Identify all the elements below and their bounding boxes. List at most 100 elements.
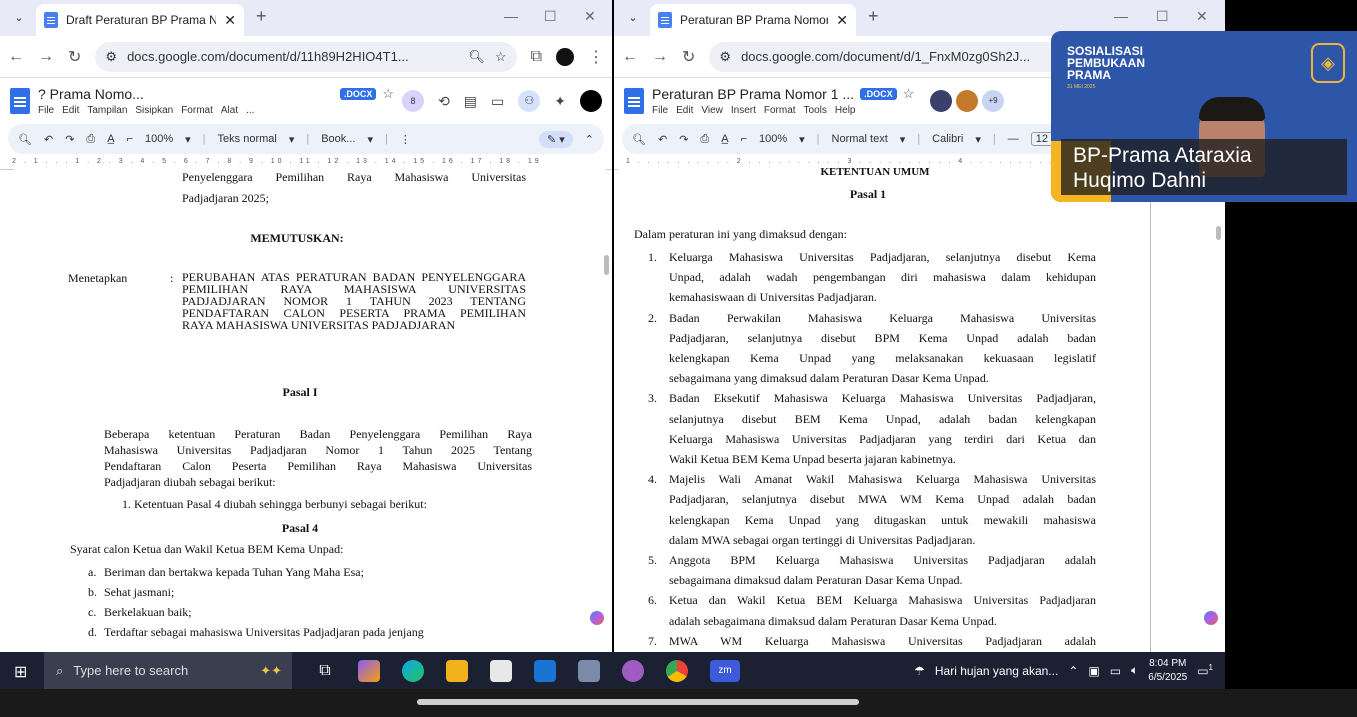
more-collaborators-badge[interactable]: +9 [982,90,1004,112]
forward-icon[interactable]: → [38,48,54,66]
spellcheck-icon[interactable]: A̲ [721,133,728,145]
paint-format-icon[interactable]: ⌐ [741,133,747,145]
menu-file[interactable]: File [38,105,54,116]
font-select[interactable]: Book... [321,133,355,145]
star-icon[interactable]: ☆ [382,86,394,102]
reload-icon[interactable]: ↻ [68,47,81,67]
notification-center-icon[interactable]: ▭1 [1197,663,1213,678]
search-menus-icon[interactable]: 🔍︎ [18,133,32,146]
menu-kebab-icon[interactable]: ⋮ [588,47,604,67]
tab-draft-peraturan[interactable]: Draft Peraturan BP Prama Nom ✕ [36,4,244,36]
gemini-icon[interactable] [1204,611,1218,625]
network-icon[interactable]: ▣ [1088,664,1099,678]
document-title[interactable]: ? Prama Nomo... [38,86,144,102]
weather-icon[interactable]: ☂ [914,664,925,678]
document-page[interactable]: Penyelenggara Pemilihan Raya Mahasiswa U… [14,166,606,652]
account-avatar[interactable] [580,90,602,112]
menu-insert[interactable]: Sisipkan [135,105,173,116]
menu-file[interactable]: File [652,105,668,116]
url-bar[interactable]: ⚙ docs.google.com/document/d/11h89H2HIO4… [95,41,517,72]
menu-edit[interactable]: Edit [676,105,693,116]
collapse-menus-icon[interactable]: ⌃ [585,133,594,146]
meet-icon[interactable]: ▭ [491,93,504,110]
menu-more[interactable]: ... [246,105,254,116]
maximize-button[interactable]: ☐ [544,8,557,25]
menu-insert[interactable]: Insert [731,105,756,116]
profile-avatar[interactable] [556,47,574,66]
reload-icon[interactable]: ↻ [682,47,695,67]
zoom-select[interactable]: 100% [759,133,787,145]
redo-icon[interactable]: ↷ [679,133,688,146]
print-icon[interactable]: ⎙ [86,133,95,146]
store-icon[interactable] [490,659,512,682]
menu-help[interactable]: Help [835,105,856,116]
tab-search-button[interactable]: ⌄ [8,8,30,28]
menu-format[interactable]: Format [181,105,213,116]
maximize-button[interactable]: ☐ [1156,8,1169,25]
search-menus-icon[interactable]: 🔍︎ [632,133,646,146]
redo-icon[interactable]: ↷ [65,133,74,146]
site-info-icon[interactable]: ⚙ [719,49,731,65]
more-options-icon[interactable]: ⋮ [400,133,411,146]
style-select[interactable]: Teks normal [218,133,277,145]
scrollbar-thumb[interactable] [604,255,609,275]
back-icon[interactable]: ← [622,48,638,66]
task-view-icon[interactable]: ⧉ [314,660,336,682]
app-icon[interactable] [578,659,600,682]
close-window-button[interactable]: ✕ [584,8,596,25]
volume-icon[interactable]: 🔈︎ [1131,663,1138,678]
menu-view[interactable]: Tampilan [87,105,127,116]
gemini-sparkle-icon[interactable]: ✦ [554,93,566,110]
star-icon[interactable]: ☆ [903,86,915,102]
battery-icon[interactable]: ▭ [1110,664,1121,678]
gemini-icon[interactable] [590,611,604,625]
forward-icon[interactable]: → [652,48,668,66]
minimize-button[interactable]: — [1114,8,1128,24]
font-select[interactable]: Calibri [932,133,963,145]
menu-tools[interactable]: Alat [221,105,238,116]
presence-count-badge[interactable]: 8 [402,90,425,112]
home-indicator[interactable] [417,699,859,705]
site-info-icon[interactable]: ⚙ [105,49,117,65]
close-window-button[interactable]: ✕ [1196,8,1208,25]
undo-icon[interactable]: ↶ [658,133,667,146]
print-icon[interactable]: ⎙ [700,133,709,146]
windows-start-icon[interactable]: ⊞ [14,662,27,682]
decrease-font-icon[interactable]: — [1008,133,1019,145]
zoom-icon[interactable]: 🔍︎ [468,49,485,65]
editing-mode-button[interactable]: ✎ ▾ [538,130,573,148]
app-icon[interactable] [622,659,644,682]
copilot-icon[interactable] [358,659,380,682]
show-hidden-icons[interactable]: ⌃ [1068,664,1078,678]
taskbar-search[interactable]: ⌕ Type here to search ✦✦ [44,652,292,689]
outlook-icon[interactable] [534,659,556,682]
menu-tools[interactable]: Tools [804,105,827,116]
weather-text[interactable]: Hari hujan yang akan... [935,664,1058,678]
back-icon[interactable]: ← [8,48,24,66]
file-explorer-icon[interactable] [446,659,468,682]
close-tab-icon[interactable]: ✕ [224,12,236,29]
menu-view[interactable]: View [701,105,723,116]
bookmark-star-icon[interactable]: ☆ [495,49,507,65]
share-icon[interactable]: ⚇ [518,90,541,112]
edge-icon[interactable] [402,659,424,682]
close-tab-icon[interactable]: ✕ [836,12,848,29]
style-select[interactable]: Normal text [832,133,888,145]
video-call-overlay[interactable]: SOSIALISASI PEMBUKAAN PRAMA 31 MEI 2025 … [1051,31,1357,202]
collaborator-avatar[interactable] [956,90,978,112]
new-tab-button[interactable]: + [868,6,879,27]
zoom-select[interactable]: 100% [145,133,173,145]
new-tab-button[interactable]: + [256,6,267,27]
zoom-app-icon[interactable]: zm [710,659,740,682]
tab-search-button[interactable]: ⌄ [622,8,644,28]
document-title[interactable]: Peraturan BP Prama Nomor 1 ... [652,86,854,102]
docs-logo-icon[interactable] [10,88,30,114]
paint-format-icon[interactable]: ⌐ [127,133,133,145]
font-size-input[interactable]: 12 [1030,132,1053,146]
history-icon[interactable]: ⟲ [438,93,450,110]
comment-icon[interactable]: ▤ [464,93,477,110]
menu-edit[interactable]: Edit [62,105,79,116]
minimize-button[interactable]: — [504,8,518,24]
document-page[interactable]: KETENTUAN UMUM Pasal 1 Dalam peraturan i… [618,166,1215,652]
menu-format[interactable]: Format [764,105,796,116]
